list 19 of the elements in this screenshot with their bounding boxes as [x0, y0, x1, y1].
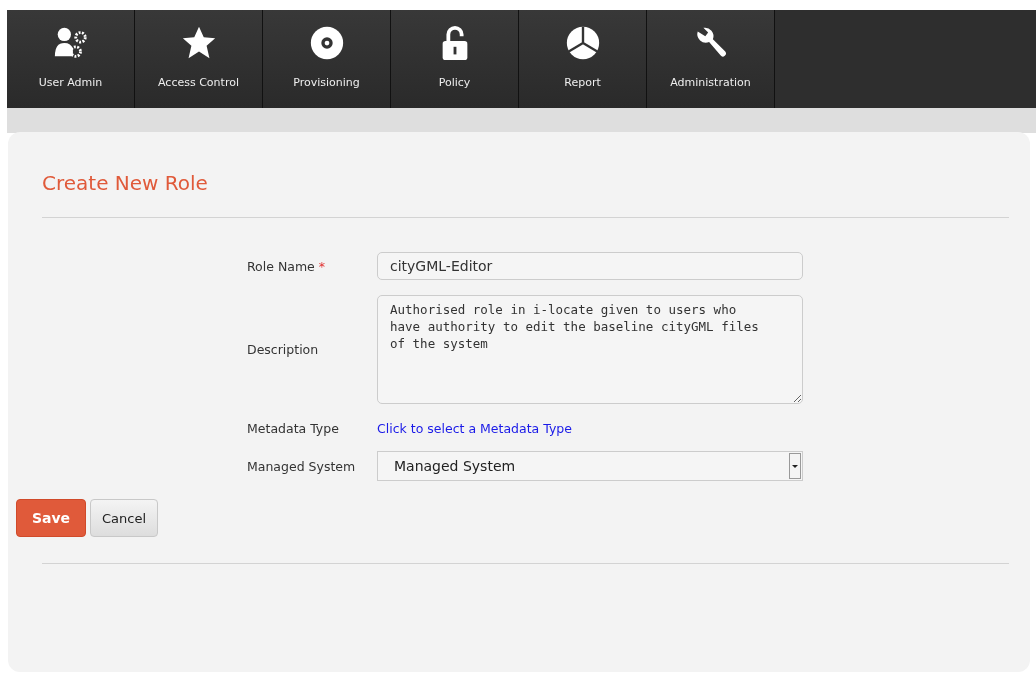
nav-item[interactable]: Provisioning [263, 10, 391, 108]
save-button[interactable]: Save [16, 499, 86, 537]
role-name-field[interactable]: cityGML-Editor [377, 252, 803, 280]
nav-item[interactable]: User Admin [7, 10, 135, 108]
cancel-button[interactable]: Cancel [90, 499, 158, 537]
caret-icon [789, 453, 801, 479]
nav-item[interactable]: Access Control [135, 10, 263, 108]
select-link[interactable]: Click to select a Metadata Type [377, 421, 572, 436]
page-title: Create New Role [42, 171, 209, 195]
required-mark: * [318, 258, 326, 274]
description-field[interactable]: Authorised role in i-locate given to users who have authority to edit the baseline cityGML files of the system [377, 295, 803, 404]
nav-item[interactable]: Administration [647, 10, 775, 108]
managed-system-dropdown[interactable]: Managed System [377, 451, 803, 481]
field-label: Role Name [247, 258, 315, 274]
nav-item[interactable]: Policy [391, 10, 519, 108]
nav-item[interactable]: Report [519, 10, 647, 108]
field-label: Description [247, 342, 319, 357]
field-label: Managed System [247, 458, 356, 474]
field-label: Metadata Type [247, 421, 339, 436]
